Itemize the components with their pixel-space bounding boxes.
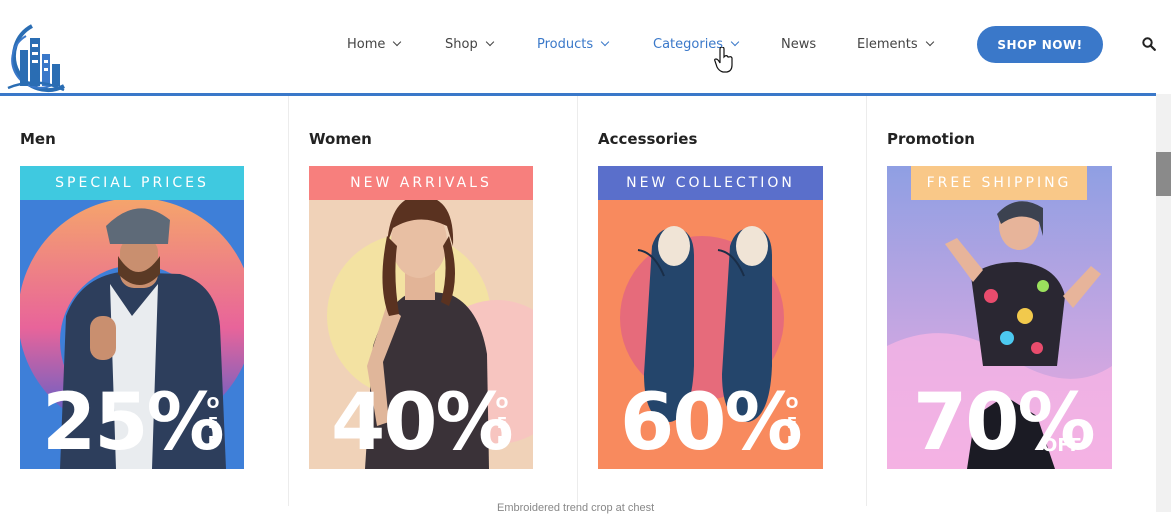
nav-shop-label: Shop	[445, 36, 478, 52]
nav-shop[interactable]: Shop	[445, 37, 537, 52]
nav-news[interactable]: News	[781, 37, 857, 52]
mega-column-accessories: Accessories NEW COLLECTION 60% OFF	[578, 96, 867, 512]
discount-percent: 25%	[42, 378, 225, 468]
nav-elements[interactable]: Elements	[857, 36, 934, 52]
main-nav: Home Shop Products Categories News Eleme…	[347, 32, 934, 56]
women-promo-banner[interactable]: NEW ARRIVALS 40% OFF	[309, 166, 533, 469]
banner-tag: SPECIAL PRICES	[20, 166, 244, 200]
accessories-promo-banner[interactable]: NEW COLLECTION 60% OFF	[598, 166, 823, 469]
product-description-peek: Embroidered trend crop at chest	[497, 502, 655, 514]
chevron-down-icon	[393, 37, 402, 47]
nav-categories-label: Categories	[653, 36, 724, 52]
column-title: Women	[309, 130, 372, 148]
nav-home[interactable]: Home	[347, 37, 445, 52]
banner-tag: NEW ARRIVALS	[309, 166, 533, 200]
discount-percent: 60%	[620, 378, 803, 468]
nav-products[interactable]: Products	[537, 37, 653, 52]
discount-off-label: OFF	[495, 394, 509, 451]
shop-now-button[interactable]: SHOP NOW!	[977, 26, 1103, 63]
mega-column-men: Men SPECIAL PRICES 25% O F F	[0, 96, 289, 512]
banner-tag: NEW COLLECTION	[598, 166, 823, 200]
categories-mega-menu: Men SPECIAL PRICES 25% O F F Women NEW A…	[0, 96, 1156, 512]
banner-tag: FREE SHIPPING	[911, 166, 1087, 200]
promotion-promo-banner[interactable]: FREE SHIPPING 70% OFF	[887, 166, 1112, 469]
nav-products-label: Products	[537, 36, 594, 52]
column-title: Accessories	[598, 130, 698, 148]
column-title: Men	[20, 130, 56, 148]
nav-elements-label: Elements	[857, 36, 918, 52]
chevron-down-icon	[600, 37, 610, 47]
column-title: Promotion	[887, 130, 975, 148]
discount-percent: 40%	[331, 378, 514, 468]
nav-home-label: Home	[347, 36, 386, 52]
chevron-down-icon	[730, 37, 740, 47]
site-header: Home Shop Products Categories News Eleme…	[0, 0, 1171, 94]
chevron-down-icon	[925, 37, 934, 47]
mega-column-women: Women NEW ARRIVALS 40% OFF	[289, 96, 578, 512]
discount-off-label: OFF	[1042, 435, 1082, 456]
search-icon[interactable]	[1142, 37, 1156, 51]
nav-news-label: News	[781, 36, 817, 52]
men-promo-banner[interactable]: SPECIAL PRICES 25% OFF	[20, 166, 244, 469]
logo-icon[interactable]	[2, 20, 66, 94]
discount-off-label: OFF	[785, 394, 799, 451]
mega-column-promotion: Promotion FREE SHIPPING 70% OFF	[867, 96, 1156, 512]
chevron-down-icon	[485, 37, 494, 47]
scrollbar-thumb[interactable]	[1156, 152, 1171, 196]
discount-off-label: OFF	[206, 394, 220, 451]
hand-cursor-icon	[714, 47, 733, 73]
